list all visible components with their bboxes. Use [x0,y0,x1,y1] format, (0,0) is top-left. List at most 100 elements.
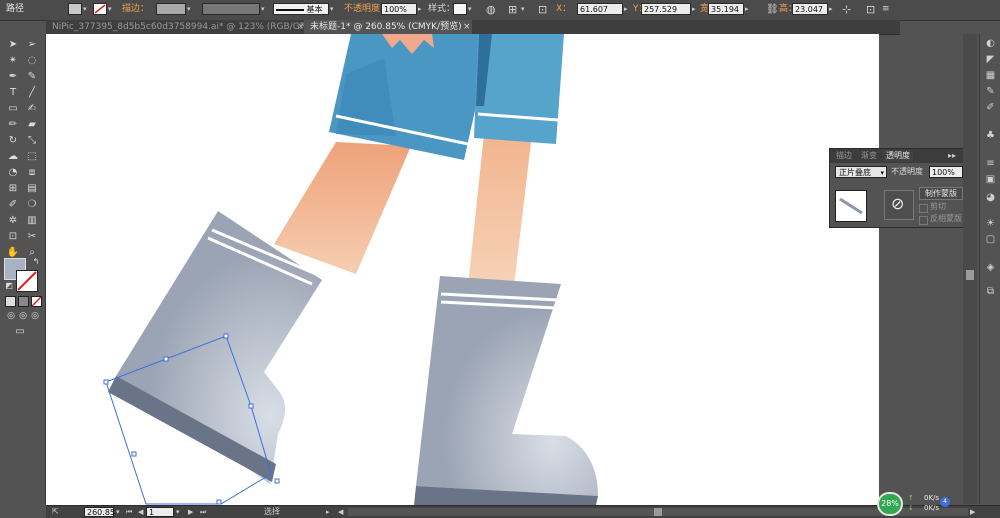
x-label[interactable]: X： [556,3,571,16]
opacity-input[interactable]: 100% [929,166,963,178]
pen-tool-icon[interactable]: ✒ [6,71,20,83]
invert-mask-checkbox[interactable] [919,216,928,225]
y-field[interactable]: 257.529 [641,3,691,15]
stroke-weight-field[interactable] [156,3,186,15]
perspective-grid-icon[interactable]: ⧈ [25,167,39,179]
type-tool-icon[interactable]: T [6,87,20,99]
clip-checkbox[interactable] [919,204,928,213]
next-artboard-icon[interactable]: ▶ [188,506,193,518]
default-colors-icon[interactable]: ◩ [2,280,16,292]
none-mode-icon[interactable] [31,296,42,307]
zoom-field[interactable]: 260.85 [84,507,115,517]
transparency-panel-icon[interactable]: ◕ [984,192,997,204]
color-guide-icon[interactable]: ◐ [984,38,997,50]
transform-icon[interactable]: ⊹ [842,3,851,16]
free-transform-icon[interactable]: ⬚ [25,151,39,163]
gradient-tool-icon[interactable]: ▤ [25,183,39,195]
opacity-field[interactable]: 100% [381,3,417,15]
tab-stroke[interactable]: 描边 [833,150,855,162]
blend-mode-select[interactable]: 正片叠底 ▾ [835,166,887,178]
scale-tool-icon[interactable]: ⤡ [25,135,39,147]
x-field[interactable]: 61.607 [577,3,623,15]
width-stepper-icon[interactable]: ▸ [745,3,752,15]
color-mode-icon[interactable] [5,296,16,307]
artboard-canvas[interactable] [46,34,879,505]
first-artboard-icon[interactable]: ⏮ [126,506,132,518]
align-icon[interactable]: ⊞ [508,3,517,16]
eraser-icon[interactable]: ▰ [25,119,39,131]
style-dropdown-icon[interactable]: ▾ [468,3,475,15]
width-field[interactable]: 35.194 [708,3,744,15]
fill-dropdown-icon[interactable]: ▾ [83,3,90,15]
anchor-point[interactable] [163,356,169,362]
magic-wand-icon[interactable]: ✴ [6,55,20,67]
object-thumbnail[interactable] [835,190,867,222]
graphic-styles-icon[interactable]: ▢ [984,234,997,246]
pencil-tool-icon[interactable]: ✏ [6,119,20,131]
graphic-style-swatch[interactable] [453,3,467,15]
zoom-dropdown-icon[interactable]: ▾ [116,506,120,518]
artboard-dropdown-icon[interactable]: ▾ [176,506,180,518]
line-tool-icon[interactable]: ╱ [25,87,39,99]
collapse-panel-icon[interactable]: ▸▸ [948,150,956,162]
brush-dropdown-icon[interactable]: ▾ [330,3,337,15]
height-field[interactable]: 23.047 [792,3,828,15]
anchor-point[interactable] [103,379,109,385]
reference-point-icon[interactable]: ⊡ [538,3,547,16]
direct-selection-tool-icon[interactable]: ➢ [25,39,39,51]
brush-library-icon[interactable]: ✐ [984,102,997,114]
stroke-dropdown-icon[interactable]: ▾ [108,3,115,15]
symbol-sprayer-icon[interactable]: ✲ [6,215,20,227]
stroke-color-swatch[interactable] [16,270,38,292]
share-icon[interactable]: ⇱ [52,506,59,518]
profile-dropdown-icon[interactable]: ▾ [261,3,268,15]
selection-tool-icon[interactable]: ➤ [6,39,20,51]
stroke-swatch[interactable] [93,3,107,15]
tab-transparency[interactable]: 透明度 [883,150,913,162]
layers-icon[interactable]: ◈ [984,262,997,274]
tab-nipic-document[interactable]: NiPic_377395_8d5b5c60d3758994.ai* @ 123%… [46,20,336,34]
status-menu-icon[interactable]: ▸ [326,506,330,518]
slice-tool-icon[interactable]: ✂ [25,231,39,243]
rotate-tool-icon[interactable]: ↻ [6,135,20,147]
gradient-mode-icon[interactable] [18,296,29,307]
anchor-point[interactable] [248,403,254,409]
draw-inside-icon[interactable]: ◎ [28,310,42,322]
anchor-point[interactable] [216,499,222,505]
variable-width-profile[interactable] [202,3,260,15]
shape-builder-icon[interactable]: ◔ [6,167,20,179]
anchor-point[interactable] [223,333,229,339]
artboard-tool-icon[interactable]: ⊡ [6,231,20,243]
color-panel-icon[interactable]: ◤ [984,54,997,66]
brush-style-field[interactable]: 基本 [273,3,329,15]
make-mask-button[interactable]: 制作蒙版 [919,187,963,200]
link-proportions-icon[interactable]: ⛓ [766,3,779,16]
stroke-weight-dropdown-icon[interactable]: ▾ [187,3,194,15]
symbols-icon[interactable]: ♣ [984,130,997,142]
opacity-dropdown-icon[interactable]: ▸ [418,3,425,15]
rectangle-tool-icon[interactable]: ▭ [6,103,20,115]
vertical-scrollbar[interactable] [963,34,977,504]
stroke-label[interactable]: 描边： [122,3,149,16]
x-stepper-icon[interactable]: ▸ [624,3,631,15]
last-artboard-icon[interactable]: ⏭ [200,506,206,518]
fill-swatch[interactable] [68,3,82,15]
align-dropdown-icon[interactable]: ▾ [521,3,528,15]
blend-tool-icon[interactable]: ❍ [25,199,39,211]
lasso-icon[interactable]: ◌ [25,55,39,67]
anchor-point[interactable] [274,478,280,484]
curvature-tool-icon[interactable]: ✎ [25,71,39,83]
tab-untitled-document[interactable]: 未标题-1* @ 260.85% (CMYK/预览) [304,20,472,34]
column-graph-icon[interactable]: ▥ [25,215,39,227]
swatches-icon[interactable]: ▦ [984,70,997,82]
y-stepper-icon[interactable]: ▸ [692,3,699,15]
artboards-icon[interactable]: ⧉ [984,286,997,298]
horizontal-scrollbar-thumb[interactable] [654,508,662,516]
close-tab-icon[interactable]: × [463,20,473,34]
stroke-panel-icon[interactable]: ≡ [984,158,997,170]
panel-menu-icon[interactable]: ≡ [882,3,890,16]
scroll-right-icon[interactable]: ▶ [970,506,975,518]
artboard-field[interactable]: 1 [146,507,174,517]
appearance-icon[interactable]: ☀ [984,218,997,230]
scrollbar-thumb[interactable] [966,270,974,280]
